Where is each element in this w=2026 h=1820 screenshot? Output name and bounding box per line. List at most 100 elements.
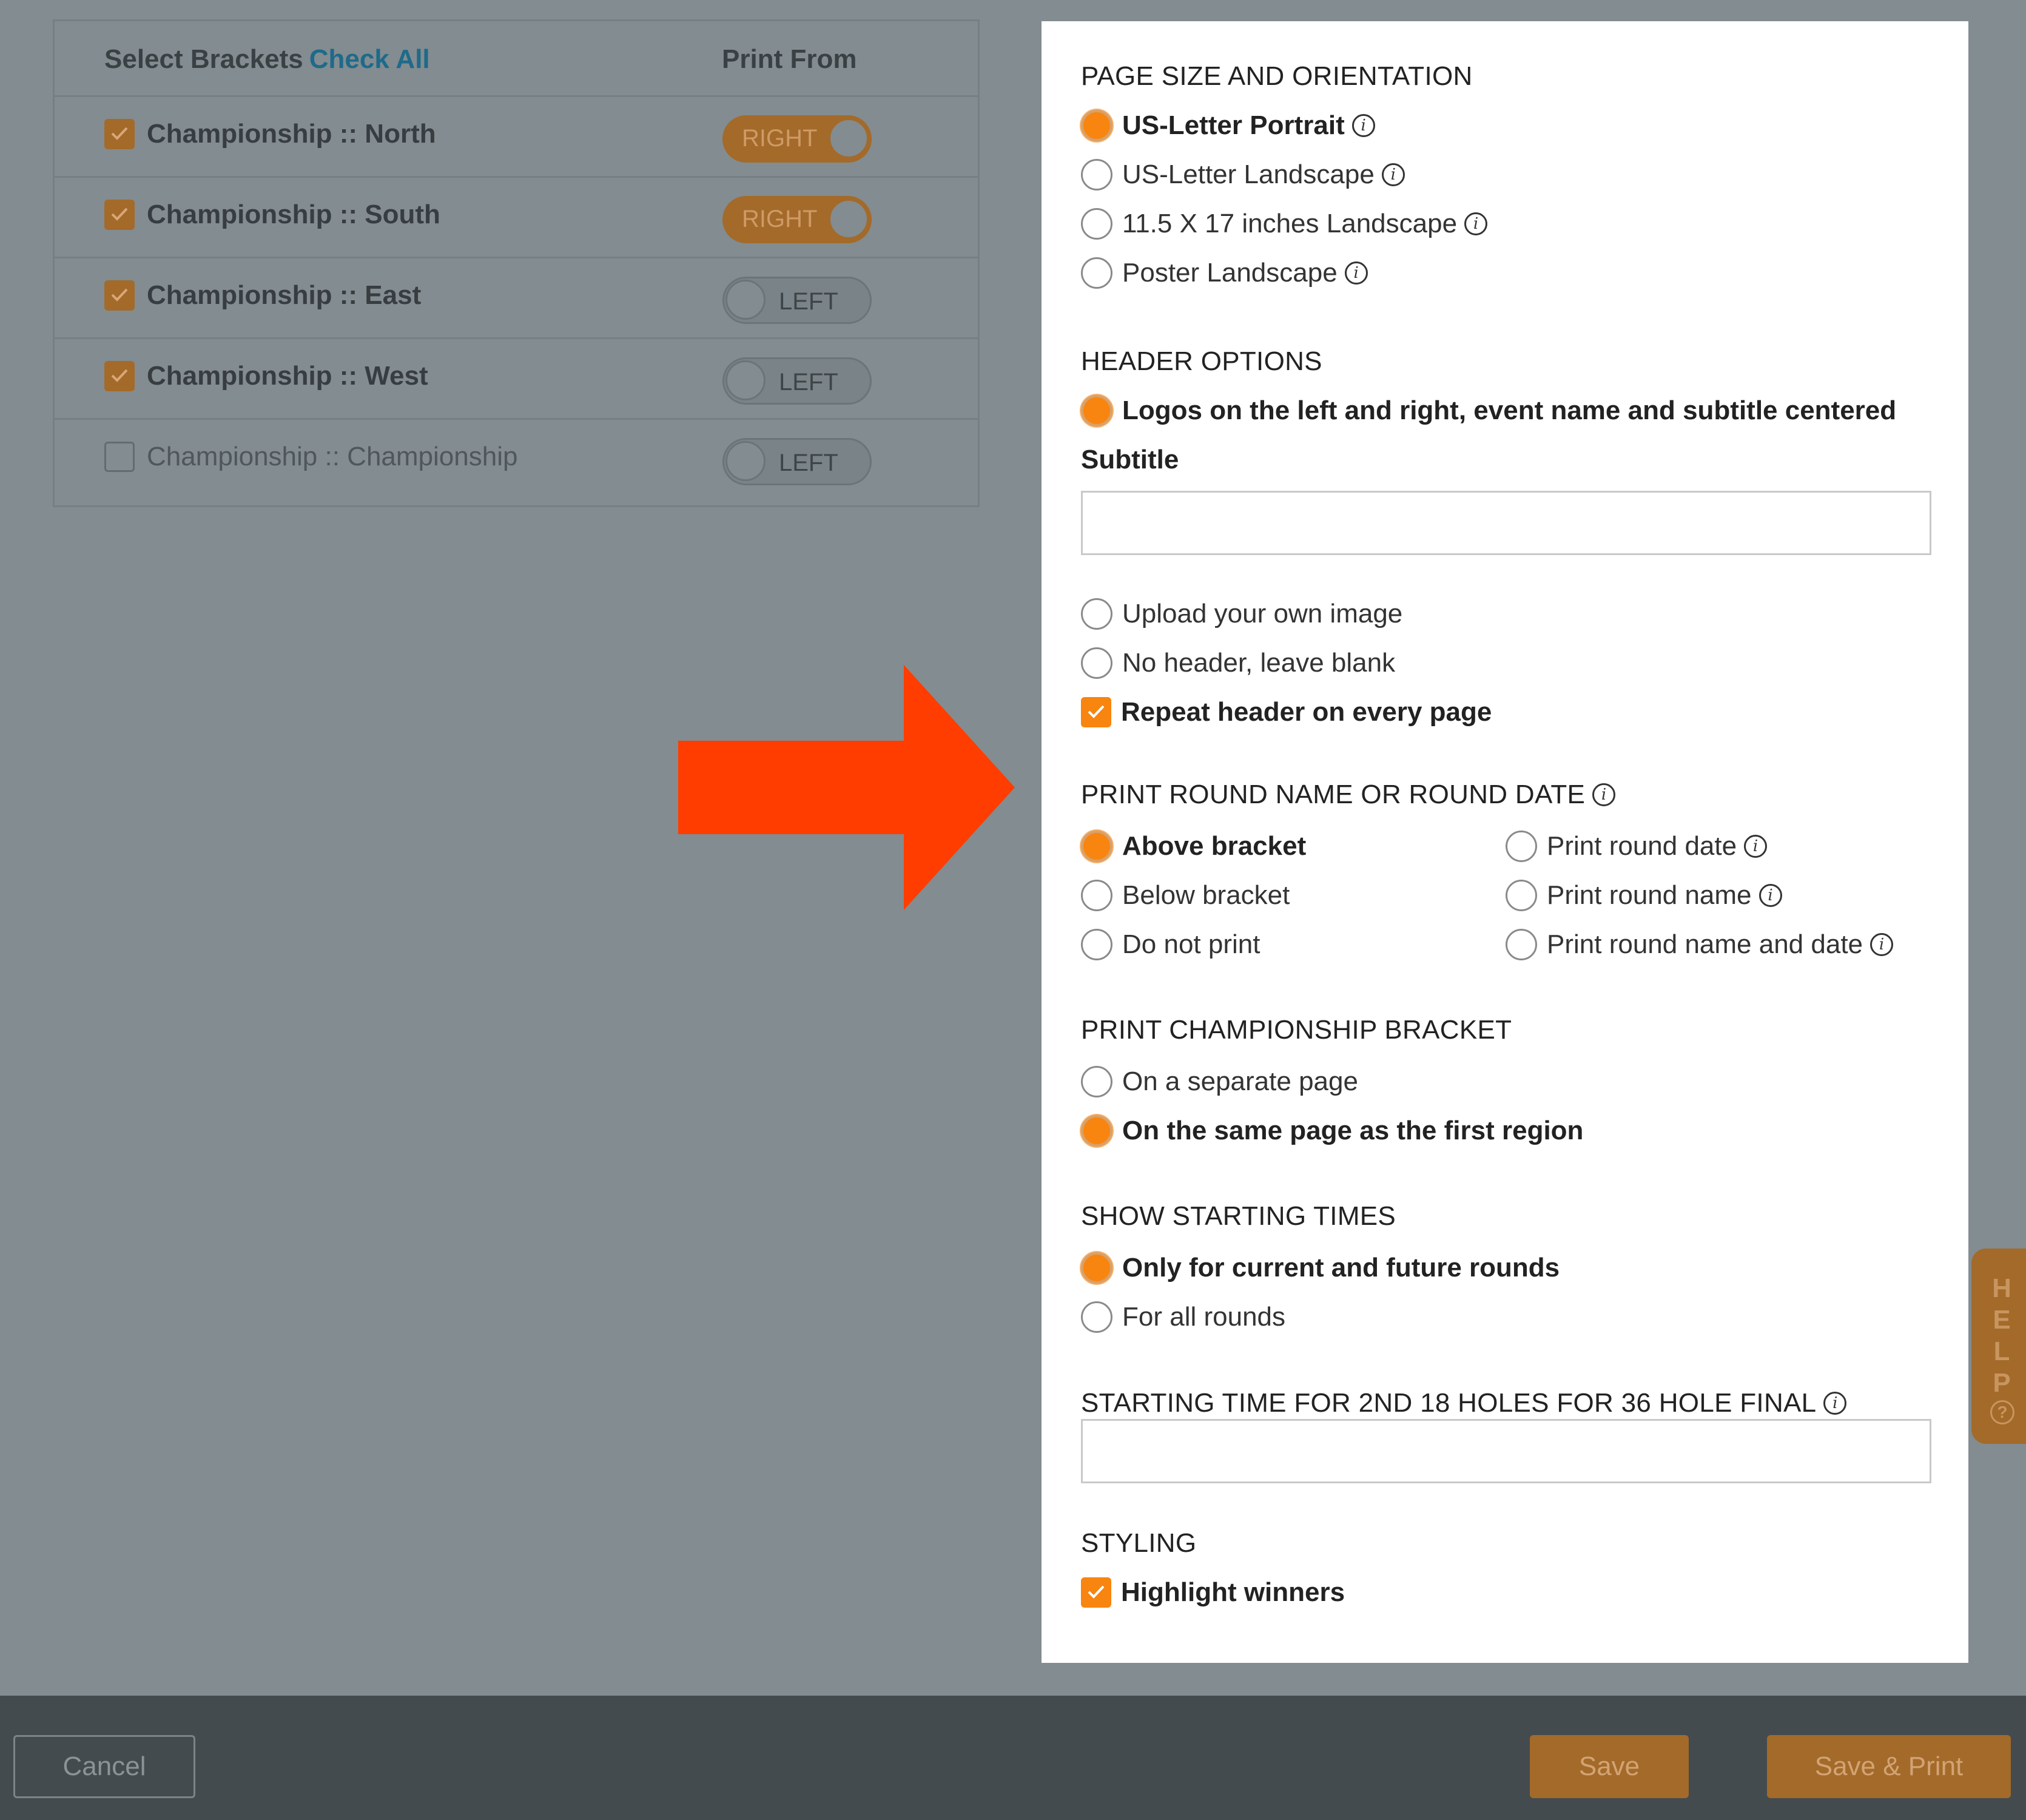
- print-from-toggle[interactable]: LEFT: [722, 277, 872, 324]
- radio-button[interactable]: [1081, 1252, 1112, 1284]
- toggle-text: LEFT: [779, 450, 838, 476]
- radio-print-round-name-and-date[interactable]: Print round name and date i: [1506, 926, 1894, 963]
- help-tab[interactable]: H E L P ?: [1971, 1249, 2026, 1444]
- radio-button[interactable]: [1081, 598, 1112, 630]
- bracket-row: Championship :: West LEFT: [55, 339, 978, 420]
- radio-button[interactable]: [1081, 257, 1112, 289]
- option-label: On a separate page: [1122, 1067, 1358, 1096]
- option-label: Highlight winners: [1121, 1577, 1345, 1607]
- print-from-toggle[interactable]: LEFT: [722, 438, 872, 485]
- print-from-toggle[interactable]: RIGHT: [722, 196, 872, 243]
- radio-logos-header[interactable]: Logos on the left and right, event name …: [1081, 393, 1896, 429]
- info-icon[interactable]: i: [1464, 212, 1488, 235]
- select-brackets-label: Select Brackets: [104, 44, 303, 74]
- radio-above-bracket[interactable]: Above bracket: [1081, 828, 1306, 864]
- print-from-header: Print From: [722, 44, 857, 74]
- checkbox[interactable]: [1081, 697, 1111, 727]
- checkmark-icon: [1088, 705, 1105, 718]
- radio-upload-image[interactable]: Upload your own image: [1081, 596, 1402, 632]
- option-label: Print round date: [1547, 831, 1737, 861]
- help-letters: H E L P: [1990, 1273, 2014, 1399]
- radio-button[interactable]: [1081, 880, 1112, 911]
- radio-same-page[interactable]: On the same page as the first region: [1081, 1113, 1583, 1149]
- radio-button[interactable]: [1081, 929, 1112, 960]
- radio-button[interactable]: [1506, 831, 1537, 862]
- toggle-text: LEFT: [779, 288, 838, 315]
- info-icon[interactable]: i: [1870, 933, 1894, 956]
- radio-11x17-landscape[interactable]: 11.5 X 17 inches Landscape i: [1081, 206, 1488, 242]
- option-label: US-Letter Portrait: [1122, 110, 1345, 140]
- radio-button[interactable]: [1081, 395, 1112, 426]
- checkbox-highlight-winners[interactable]: Highlight winners: [1081, 1574, 1345, 1611]
- radio-us-letter-portrait[interactable]: US-Letter Portrait i: [1081, 107, 1375, 144]
- info-icon[interactable]: i: [1344, 261, 1368, 285]
- option-label: Below bracket: [1122, 880, 1290, 910]
- save-and-print-button[interactable]: Save & Print: [1767, 1735, 2011, 1798]
- info-icon[interactable]: i: [1592, 783, 1616, 806]
- option-label: On the same page as the first region: [1122, 1116, 1584, 1145]
- radio-poster-landscape[interactable]: Poster Landscape i: [1081, 255, 1368, 291]
- checkbox-repeat-header[interactable]: Repeat header on every page: [1081, 694, 1492, 730]
- radio-print-round-name[interactable]: Print round name i: [1506, 877, 1782, 914]
- question-circle-icon: ?: [1990, 1400, 2014, 1424]
- option-label: Logos on the left and right, event name …: [1122, 396, 1897, 425]
- option-label: Print round name: [1547, 880, 1752, 910]
- checkbox[interactable]: [1081, 1577, 1111, 1608]
- bracket-label: Championship :: South: [147, 200, 440, 229]
- radio-button[interactable]: [1081, 1301, 1112, 1333]
- radio-button[interactable]: [1081, 208, 1112, 240]
- save-button[interactable]: Save: [1530, 1735, 1689, 1798]
- radio-current-future-rounds[interactable]: Only for current and future rounds: [1081, 1250, 1560, 1286]
- option-label: Print round name and date: [1547, 929, 1863, 959]
- section-title-starting-times: SHOW STARTING TIMES: [1081, 1201, 1396, 1231]
- section-title-second-18: STARTING TIME FOR 2ND 18 HOLES FOR 36 HO…: [1081, 1388, 1847, 1418]
- info-icon[interactable]: i: [1744, 835, 1768, 858]
- section-title-page-size: PAGE SIZE AND ORIENTATION: [1081, 61, 1473, 91]
- option-label: Do not print: [1122, 929, 1260, 959]
- bracket-row: Championship :: Championship LEFT: [55, 420, 978, 500]
- radio-no-header[interactable]: No header, leave blank: [1081, 645, 1395, 681]
- radio-button[interactable]: [1081, 831, 1112, 862]
- radio-button[interactable]: [1081, 647, 1112, 679]
- bracket-checkbox[interactable]: [104, 280, 135, 311]
- radio-us-letter-landscape[interactable]: US-Letter Landscape i: [1081, 157, 1405, 193]
- radio-button[interactable]: [1081, 1115, 1112, 1147]
- bracket-checkbox[interactable]: [104, 119, 135, 149]
- section-title-header-options: HEADER OPTIONS: [1081, 346, 1322, 376]
- info-icon[interactable]: i: [1758, 884, 1782, 907]
- radio-all-rounds[interactable]: For all rounds: [1081, 1299, 1285, 1335]
- print-options-panel: PAGE SIZE AND ORIENTATION US-Letter Port…: [1042, 21, 1968, 1663]
- print-from-toggle[interactable]: LEFT: [722, 357, 872, 405]
- option-label: For all rounds: [1122, 1302, 1286, 1332]
- subtitle-input[interactable]: [1081, 491, 1931, 555]
- help-letter: P: [1993, 1368, 2011, 1398]
- cancel-button[interactable]: Cancel: [13, 1735, 195, 1798]
- info-icon[interactable]: i: [1351, 114, 1375, 137]
- section-title-round-name: PRINT ROUND NAME OR ROUND DATE i: [1081, 780, 1616, 810]
- checkmark-icon: [111, 127, 128, 140]
- bracket-checkbox[interactable]: [104, 200, 135, 230]
- check-all-link[interactable]: Check All: [309, 44, 430, 74]
- bracket-row: Championship :: South RIGHT: [55, 178, 978, 258]
- info-icon[interactable]: i: [1823, 1392, 1847, 1415]
- radio-button[interactable]: [1081, 110, 1112, 141]
- help-letter: L: [1993, 1336, 2010, 1366]
- checkmark-icon: [1088, 1585, 1105, 1599]
- toggle-knob: [725, 280, 766, 320]
- info-icon[interactable]: i: [1381, 163, 1405, 186]
- second-18-start-time-input[interactable]: [1081, 1419, 1931, 1483]
- option-label: Only for current and future rounds: [1122, 1253, 1560, 1282]
- help-letter: E: [1993, 1305, 2011, 1335]
- radio-button[interactable]: [1081, 1066, 1112, 1097]
- bracket-checkbox[interactable]: [104, 442, 135, 472]
- radio-below-bracket[interactable]: Below bracket: [1081, 877, 1290, 914]
- radio-do-not-print[interactable]: Do not print: [1081, 926, 1260, 963]
- radio-separate-page[interactable]: On a separate page: [1081, 1063, 1358, 1100]
- radio-print-round-date[interactable]: Print round date i: [1506, 828, 1768, 864]
- bracket-checkbox[interactable]: [104, 361, 135, 391]
- print-from-toggle[interactable]: RIGHT: [722, 115, 872, 163]
- radio-button[interactable]: [1506, 929, 1537, 960]
- radio-button[interactable]: [1081, 159, 1112, 190]
- toggle-text: LEFT: [779, 369, 838, 396]
- radio-button[interactable]: [1506, 880, 1537, 911]
